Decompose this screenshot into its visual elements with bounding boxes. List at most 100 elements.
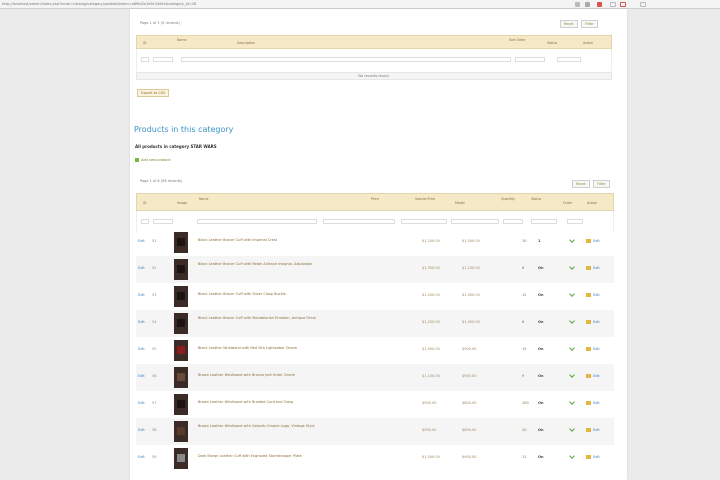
quantity-filter-input[interactable] (503, 219, 523, 224)
products-pager-text: Page 1 of 6 (56 records) (140, 179, 183, 183)
row-id: 57 (152, 401, 157, 405)
bookmark-icon[interactable] (575, 2, 580, 7)
col-description[interactable]: Description (237, 41, 255, 45)
col-product-name[interactable]: Name (199, 197, 208, 201)
row-special-price: $900.00 (462, 455, 477, 459)
pencil-icon[interactable] (586, 347, 591, 351)
row-product-name[interactable]: Black Leather Bracer Cuff with Imperial … (198, 238, 277, 242)
product-thumbnail[interactable] (174, 367, 188, 388)
name-filter-input[interactable] (181, 57, 511, 62)
table-row: Edit 54 Black Leather Bracer Cuff with M… (136, 310, 614, 337)
extension-icon[interactable] (597, 2, 602, 7)
menu-icon[interactable] (585, 2, 590, 7)
model-filter-input[interactable] (451, 219, 499, 224)
col-product-status[interactable]: Status (531, 197, 541, 201)
id-filter-checkbox[interactable] (141, 57, 149, 62)
table-row: Edit 57 Brown Leather Wristband with Bra… (136, 391, 614, 418)
add-product-link[interactable]: Add new product (135, 158, 171, 162)
row-action-link[interactable]: Edit (593, 266, 600, 270)
col-order[interactable]: Order (563, 201, 572, 205)
products-filter-button[interactable]: Filter (593, 180, 610, 188)
col-sort-order[interactable]: Sort Order (509, 38, 526, 42)
row-product-name[interactable]: Brown Leather Wristband with Galactic Em… (198, 424, 348, 429)
row-edit-link[interactable]: Edit (138, 293, 145, 297)
col-status[interactable]: Status (547, 41, 557, 45)
products-reset-button[interactable]: Reset (572, 180, 590, 188)
row-action-link[interactable]: Edit (593, 293, 600, 297)
export-csv-button[interactable]: Export to CSV (137, 89, 170, 97)
product-thumbnail[interactable] (174, 259, 188, 280)
row-special-price: $1,000.00 (462, 239, 480, 243)
row-action-link[interactable]: Edit (593, 401, 600, 405)
product-status-filter-select[interactable] (531, 219, 557, 224)
product-thumbnail[interactable] (174, 340, 188, 361)
product-thumbnail[interactable] (174, 313, 188, 334)
col-special-price[interactable]: Special Price (415, 197, 435, 201)
row-product-name[interactable]: Brown Leather Wristband with Braided Cor… (198, 400, 293, 404)
pencil-icon[interactable] (586, 455, 591, 459)
row-action-link[interactable]: Edit (593, 374, 600, 378)
id-filter-input[interactable] (153, 57, 173, 62)
product-thumbnail[interactable] (174, 448, 188, 469)
row-quantity: 11 (522, 455, 527, 459)
col-price[interactable]: Price (371, 197, 379, 201)
filter-button[interactable]: Filter (581, 20, 598, 28)
minimize-icon[interactable] (610, 2, 616, 7)
row-price: $1,000.00 (422, 347, 440, 351)
row-action-link[interactable]: Edit (593, 320, 600, 324)
product-id-filter-input[interactable] (153, 219, 173, 224)
row-edit-link[interactable]: Edit (138, 401, 145, 405)
product-name-filter-input[interactable] (197, 219, 317, 224)
product-filter-checkbox[interactable] (141, 219, 149, 224)
table-row: Edit 51 Black Leather Bracer Cuff with I… (136, 229, 614, 256)
col-product-id[interactable]: ID (143, 201, 146, 205)
price-filter-input[interactable] (323, 219, 395, 224)
col-id[interactable]: ID (143, 41, 146, 45)
row-id: 53 (152, 293, 157, 297)
address-bar[interactable]: http://localhost/admin/index.php?route=c… (2, 1, 397, 8)
pencil-icon[interactable] (586, 374, 591, 378)
row-action-link[interactable]: Edit (593, 455, 600, 459)
row-price: $900.00 (422, 401, 437, 405)
row-product-name[interactable]: Black Leather Bracer Cuff with Rebel All… (198, 262, 348, 267)
sort-order-filter-input[interactable] (515, 57, 545, 62)
window-icon[interactable] (640, 2, 646, 7)
col-model[interactable]: Model (455, 201, 465, 205)
product-thumbnail[interactable] (174, 286, 188, 307)
row-edit-link[interactable]: Edit (138, 347, 145, 351)
row-status: On (538, 347, 544, 351)
status-filter-select[interactable] (557, 57, 581, 62)
row-edit-link[interactable]: Edit (138, 428, 145, 432)
browser-toolbar: http://localhost/admin/index.php?route=c… (0, 0, 720, 9)
pencil-icon[interactable] (586, 293, 591, 297)
order-filter-input[interactable] (567, 219, 583, 224)
product-thumbnail[interactable] (174, 421, 188, 442)
row-product-name[interactable]: Brown Leather Wristband with Bronze Jedi… (198, 373, 295, 377)
col-name[interactable]: Name (177, 38, 186, 42)
pencil-icon[interactable] (586, 266, 591, 270)
row-id: 55 (152, 347, 157, 351)
row-action-link[interactable]: Edit (593, 239, 600, 243)
row-edit-link[interactable]: Edit (138, 239, 145, 243)
row-edit-link[interactable]: Edit (138, 320, 145, 324)
row-edit-link[interactable]: Edit (138, 374, 145, 378)
product-thumbnail[interactable] (174, 394, 188, 415)
row-product-name[interactable]: Black Leather Wristband with Red Sith Li… (198, 346, 297, 350)
pencil-icon[interactable] (586, 320, 591, 324)
row-edit-link[interactable]: Edit (138, 455, 145, 459)
row-status: On (538, 428, 544, 432)
reset-button[interactable]: Reset (560, 20, 578, 28)
pencil-icon[interactable] (586, 239, 591, 243)
row-action-link[interactable]: Edit (593, 428, 600, 432)
row-edit-link[interactable]: Edit (138, 266, 145, 270)
pencil-icon[interactable] (586, 428, 591, 432)
row-product-name[interactable]: Black Leather Bracer Cuff with Silver Cl… (198, 292, 286, 296)
special-filter-input[interactable] (401, 219, 447, 224)
close-icon[interactable] (620, 2, 626, 7)
col-quantity[interactable]: Quantity (501, 197, 515, 201)
row-action-link[interactable]: Edit (593, 347, 600, 351)
pencil-icon[interactable] (586, 401, 591, 405)
row-product-name[interactable]: Dark Brown Leather Cuff with Engraved St… (198, 454, 302, 458)
row-product-name[interactable]: Black Leather Bracer Cuff with Mandalori… (198, 316, 348, 321)
product-thumbnail[interactable] (174, 232, 188, 253)
